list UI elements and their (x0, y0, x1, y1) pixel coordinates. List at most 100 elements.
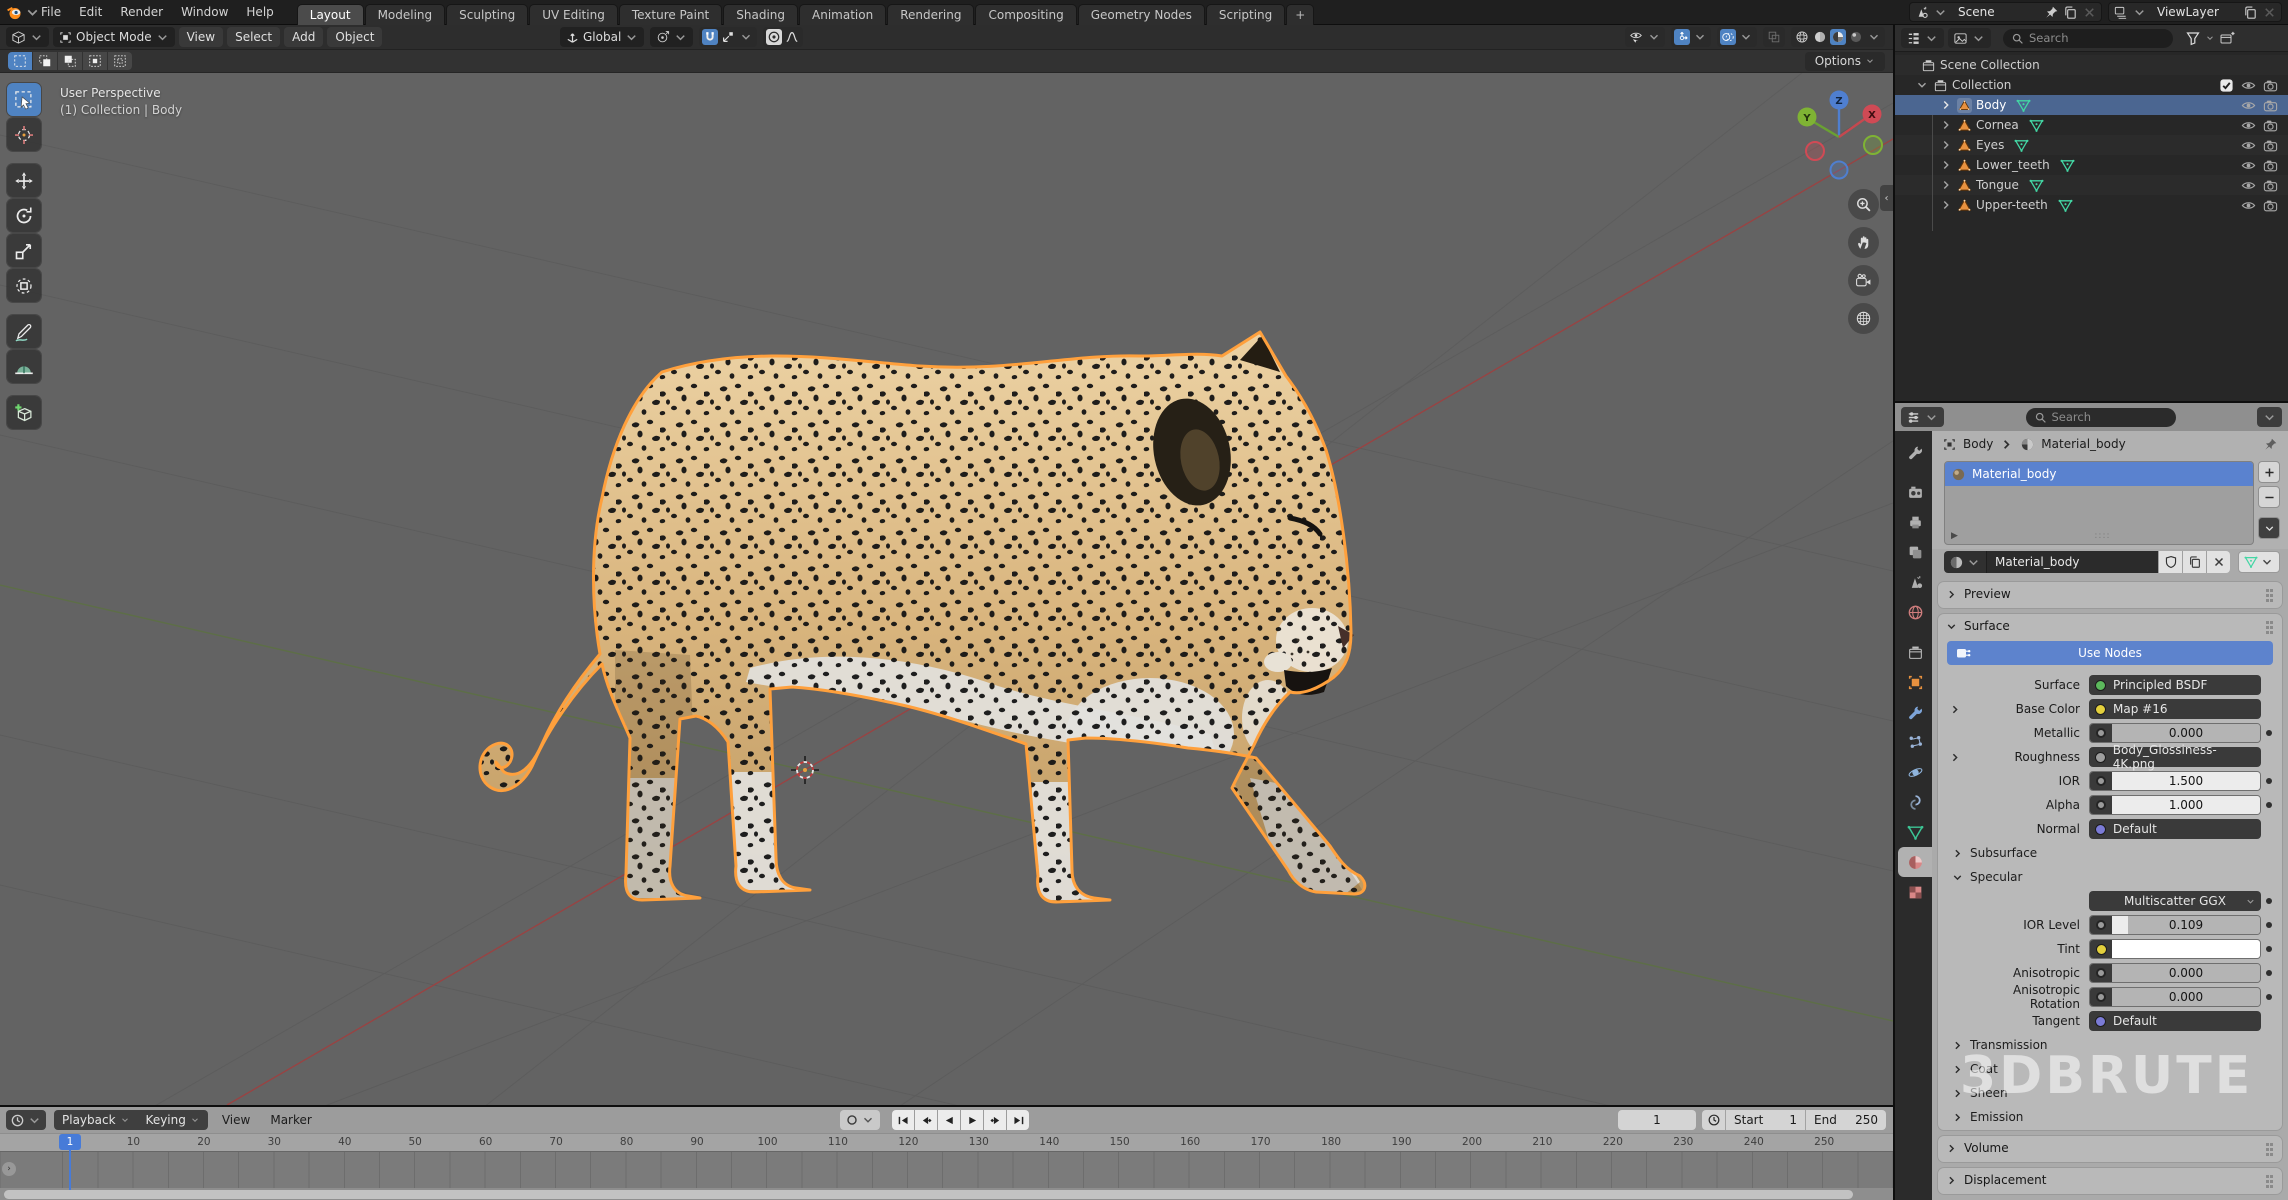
node-input-tangent[interactable]: Default (2089, 1011, 2261, 1031)
slot-specials-button[interactable] (2258, 517, 2280, 539)
zoom-button[interactable] (1848, 189, 1879, 220)
filter-icon[interactable] (2185, 30, 2201, 46)
eye-icon[interactable] (2241, 98, 2256, 113)
select-mode-invert[interactable] (83, 52, 107, 70)
channel-expand-toggle[interactable]: › (2, 1162, 16, 1176)
unlink-material-button[interactable] (2206, 551, 2230, 573)
expander-icon[interactable] (1939, 178, 1953, 192)
tool-cursor-3d[interactable] (7, 118, 41, 151)
timeline-menu-view[interactable]: View (216, 1113, 256, 1127)
overlays-toggle[interactable] (1717, 27, 1757, 47)
sidebar-toggle[interactable]: ‹ (1880, 185, 1893, 211)
snap-target-icon[interactable] (720, 29, 736, 45)
add-slot-button[interactable] (2258, 461, 2280, 483)
expander-icon[interactable] (1939, 198, 1953, 212)
material-slot-selected[interactable]: Material_body (1945, 462, 2253, 486)
remove-viewlayer-icon[interactable] (2262, 5, 2277, 20)
tool-select-box[interactable] (7, 83, 41, 116)
material-name-field[interactable]: Material_body (1987, 551, 2158, 573)
viewlayer-selector[interactable]: ViewLayer (2108, 2, 2282, 22)
select-mode-extend[interactable] (33, 52, 57, 70)
volume-panel-header[interactable]: Volume (1937, 1135, 2283, 1161)
new-viewlayer-icon[interactable] (2243, 5, 2258, 20)
workspace-tab-geometry-nodes[interactable]: Geometry Nodes (1078, 4, 1205, 25)
copy-material-button[interactable] (2182, 551, 2206, 573)
outliner-row-tongue[interactable]: Tongue (1895, 175, 2288, 195)
viewport-menu-view[interactable]: View (179, 27, 223, 47)
properties-options-button[interactable] (2257, 407, 2282, 427)
remove-slot-button[interactable] (2258, 486, 2280, 508)
color-field-tint[interactable] (2089, 939, 2261, 959)
subsurface-panel-header[interactable]: Subsurface (1937, 841, 2283, 865)
breadcrumb-object[interactable]: Body (1963, 437, 1993, 451)
properties-tab-material[interactable] (1898, 847, 1932, 877)
snap-magnet-icon[interactable] (702, 29, 718, 45)
properties-tab-physics[interactable] (1898, 757, 1932, 787)
slider-alpha[interactable]: 1.000 (2089, 795, 2261, 815)
scrollbar-thumb[interactable] (4, 1190, 1853, 1199)
tool-annotate[interactable] (7, 315, 41, 348)
menu-render[interactable]: Render (111, 2, 172, 22)
jump-to-end-button[interactable] (1007, 1110, 1029, 1130)
select-mode-subtract[interactable] (58, 52, 82, 70)
transmission-panel-header[interactable]: Transmission (1937, 1033, 2283, 1057)
start-frame-field[interactable]: Start 1 (1726, 1110, 1806, 1130)
slider-ior[interactable]: 1.500 (2089, 771, 2261, 791)
scene-selector[interactable]: Scene (1909, 2, 2102, 22)
slider-ior-level[interactable]: 0.109 (2089, 915, 2261, 935)
checkbox-icon[interactable] (2219, 78, 2234, 93)
timeline-ruler[interactable]: 1020304050607080901001101201301401501601… (0, 1133, 1893, 1151)
outliner-search-input[interactable] (2029, 31, 2165, 45)
expander-icon[interactable] (1939, 138, 1953, 152)
properties-tab-data[interactable] (1898, 817, 1932, 847)
auto-keyframe-toggle[interactable] (840, 1110, 880, 1130)
coat-panel-header[interactable]: Coat (1937, 1057, 2283, 1081)
next-keyframe-button[interactable] (984, 1110, 1006, 1130)
camera-render-icon[interactable] (2263, 118, 2278, 133)
properties-tab-world[interactable] (1898, 597, 1932, 627)
viewport-menu-add[interactable]: Add (284, 27, 323, 47)
new-scene-icon[interactable] (2063, 5, 2078, 20)
playhead-badge[interactable]: 1 (59, 1134, 81, 1150)
new-collection-icon[interactable] (2219, 30, 2235, 46)
editor-divider[interactable] (1893, 25, 1895, 1200)
node-input-roughness[interactable]: Body_Glossiness-4K.png (2089, 747, 2261, 767)
properties-tab-constraints[interactable] (1898, 787, 1932, 817)
keyframe-dot[interactable] (2261, 898, 2277, 904)
select-mode-set[interactable] (8, 52, 32, 70)
camera-render-icon[interactable] (2263, 78, 2278, 93)
workspace-tab-scripting[interactable]: Scripting (1206, 4, 1285, 25)
use-preview-range-button[interactable] (1702, 1110, 1726, 1130)
timeline-menu-playback[interactable]: Playback (54, 1113, 138, 1127)
slider-anisotropic[interactable]: 0.000 (2089, 963, 2261, 983)
outliner-row-eyes[interactable]: Eyes (1895, 135, 2288, 155)
play-reverse-button[interactable] (938, 1110, 960, 1130)
expander-icon[interactable] (1947, 703, 1963, 716)
keyframe-dot[interactable] (2261, 994, 2277, 1000)
menu-edit[interactable]: Edit (70, 2, 111, 22)
properties-tab-collection[interactable] (1898, 637, 1932, 667)
pin-icon[interactable] (2263, 437, 2278, 452)
end-frame-field[interactable]: End 250 (1806, 1110, 1886, 1130)
outliner-row-body[interactable]: Body (1895, 95, 2288, 115)
surface-panel-header[interactable]: Surface (1937, 613, 2283, 639)
properties-tab-view-layer[interactable] (1898, 537, 1932, 567)
material-preview-shading-icon[interactable] (1830, 29, 1846, 45)
xray-toggle[interactable] (1763, 27, 1785, 47)
proportional-edit-icon[interactable] (766, 29, 782, 45)
pin-icon[interactable] (2044, 5, 2059, 20)
menu-help[interactable]: Help (237, 2, 282, 22)
keyframe-dot[interactable] (2261, 946, 2277, 952)
properties-editor-type-button[interactable] (1901, 407, 1944, 427)
tool-add-cube[interactable] (7, 396, 41, 429)
keyframe-dot[interactable] (2261, 730, 2277, 736)
blender-menu-button[interactable] (6, 2, 32, 22)
workspace-tab-sculpting[interactable]: Sculpting (446, 4, 528, 25)
outliner-display-mode-button[interactable] (1948, 28, 1991, 48)
displacement-panel-header[interactable]: Displacement (1937, 1167, 2283, 1193)
properties-tab-scene[interactable] (1898, 567, 1932, 597)
editor-type-button[interactable] (6, 27, 49, 47)
gizmos-toggle[interactable] (1671, 27, 1711, 47)
properties-tab-render[interactable] (1898, 477, 1932, 507)
viewport-3d[interactable]: User Perspective (1) Collection | Body Z… (0, 73, 1893, 1105)
